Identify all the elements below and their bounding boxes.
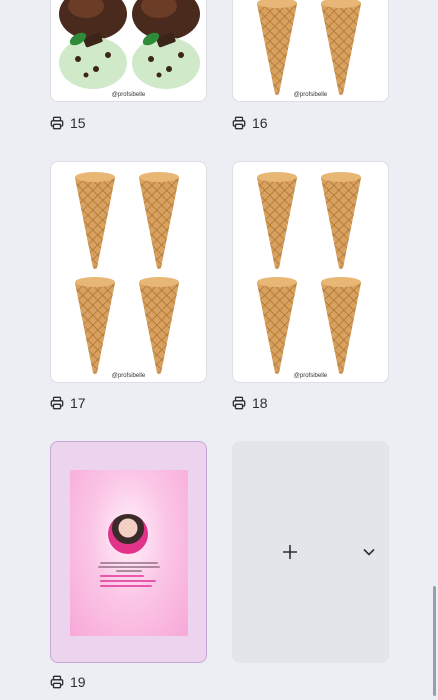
ice-cream-cone-image bbox=[257, 0, 297, 95]
page-number: 18 bbox=[252, 395, 268, 411]
page-number: 15 bbox=[70, 115, 86, 131]
ice-cream-cone-image bbox=[321, 172, 361, 269]
profile-photo bbox=[106, 512, 150, 556]
page-thumbnail-16[interactable]: @profsibelle bbox=[232, 0, 389, 102]
ice-cream-cone-image bbox=[257, 172, 297, 269]
print-icon bbox=[50, 396, 64, 410]
page-thumbnail-17[interactable]: @profsibelle bbox=[50, 161, 207, 383]
print-icon bbox=[50, 116, 64, 130]
page-label-19: 19 bbox=[50, 673, 86, 691]
ice-cream-cone-image bbox=[321, 0, 361, 95]
poster-link-line bbox=[100, 585, 152, 587]
pages-grid: @profsibelle @profsibelle 15 16 @profsib… bbox=[0, 0, 438, 700]
ice-cream-cone-image bbox=[139, 277, 179, 374]
page-label-18: 18 bbox=[232, 394, 268, 412]
chevron-down-icon[interactable] bbox=[363, 548, 375, 556]
page-watermark: @profsibelle bbox=[111, 373, 146, 379]
mint-ice-cream-image bbox=[132, 32, 200, 89]
ice-cream-cone-image bbox=[139, 172, 179, 269]
page-label-17: 17 bbox=[50, 394, 86, 412]
plus-icon[interactable] bbox=[282, 544, 298, 560]
ice-cream-cone-image bbox=[257, 277, 297, 374]
mint-ice-cream-image bbox=[59, 32, 127, 89]
print-icon bbox=[50, 675, 64, 689]
ice-cream-cone-image bbox=[75, 277, 115, 374]
page-watermark: @profsibelle bbox=[293, 373, 328, 379]
print-icon bbox=[232, 116, 246, 130]
page-thumbnail-19[interactable] bbox=[50, 441, 207, 663]
poster-link-line bbox=[100, 575, 144, 577]
poster-link-line bbox=[100, 580, 156, 582]
poster-text-line bbox=[116, 570, 142, 572]
page-label-15: 15 bbox=[50, 114, 86, 132]
page-watermark: @profsibelle bbox=[293, 92, 328, 98]
scrollbar[interactable] bbox=[433, 586, 436, 696]
profile-poster-image bbox=[70, 470, 188, 636]
page-number: 16 bbox=[252, 115, 268, 131]
poster-text-line bbox=[98, 566, 160, 568]
page-thumbnail-15[interactable]: @profsibelle bbox=[50, 0, 207, 102]
page-number: 17 bbox=[70, 395, 86, 411]
ice-cream-cone-image bbox=[75, 172, 115, 269]
page-number: 19 bbox=[70, 674, 86, 690]
add-page-button[interactable] bbox=[232, 441, 389, 663]
poster-text-line bbox=[100, 562, 158, 564]
page-thumbnail-18[interactable]: @profsibelle bbox=[232, 161, 389, 383]
page-watermark: @profsibelle bbox=[111, 92, 146, 98]
ice-cream-cone-image bbox=[321, 277, 361, 374]
page-label-16: 16 bbox=[232, 114, 268, 132]
print-icon bbox=[232, 396, 246, 410]
